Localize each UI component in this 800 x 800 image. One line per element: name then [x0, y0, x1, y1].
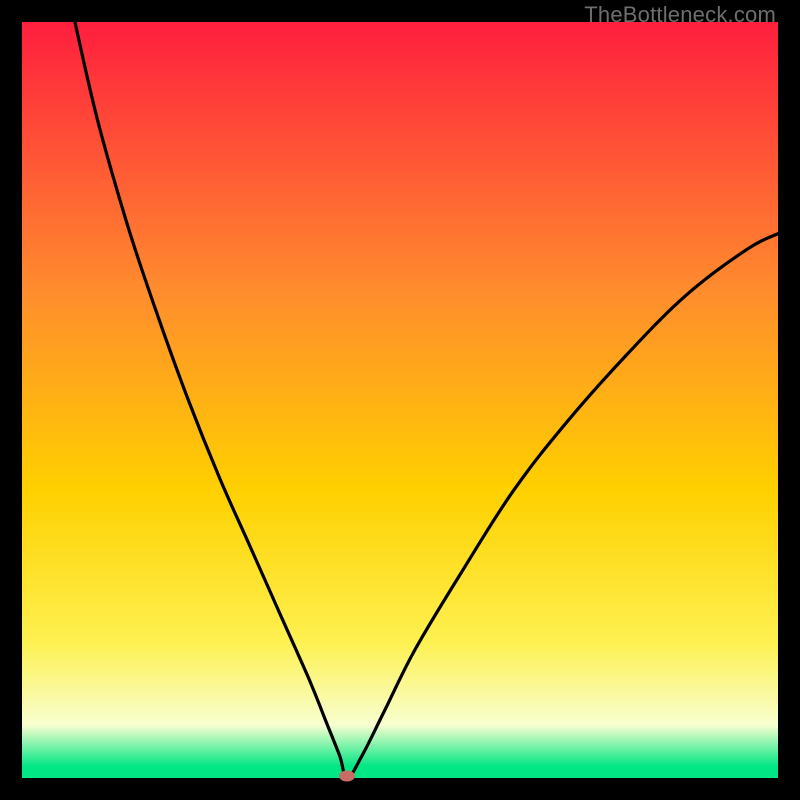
chart-svg [22, 22, 778, 778]
bottleneck-curve-path [75, 22, 778, 778]
minimum-marker [339, 771, 355, 782]
